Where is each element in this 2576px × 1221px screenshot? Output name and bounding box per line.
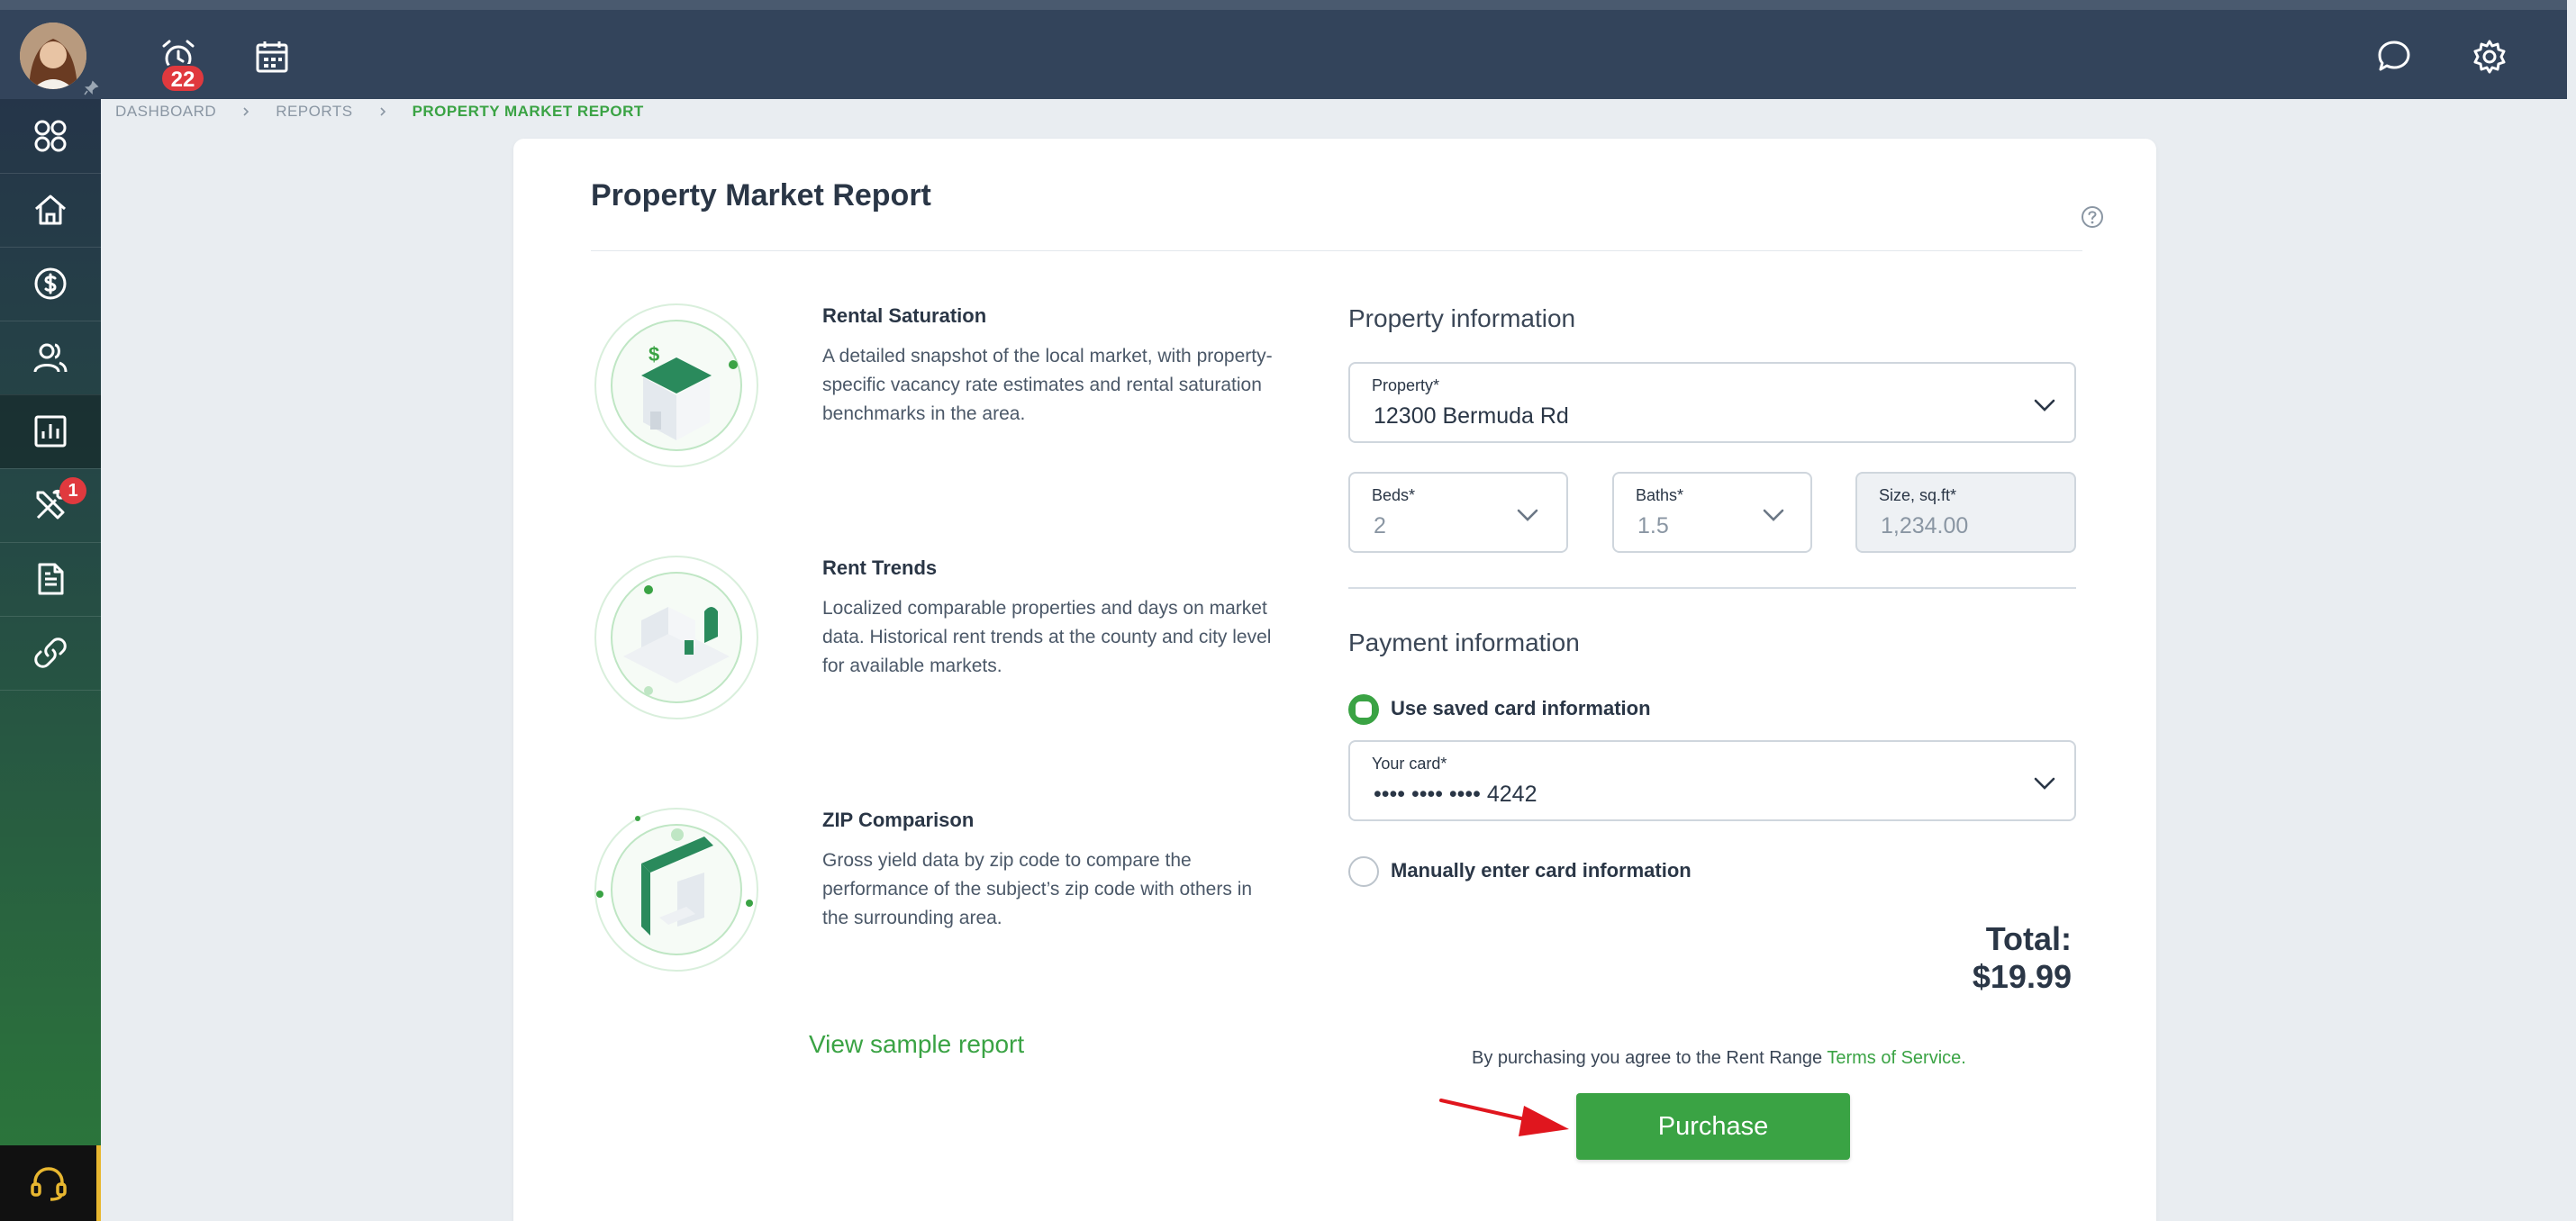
help-icon[interactable] (2081, 205, 2104, 229)
chevron-down-icon (2034, 777, 2055, 790)
breadcrumb: DASHBOARD REPORTS PROPERTY MARKET REPORT (115, 99, 644, 124)
link-icon (34, 638, 67, 668)
purchase-button[interactable]: Purchase (1576, 1093, 1850, 1160)
maintenance-badge: 1 (59, 477, 86, 504)
zip-comparison-illustration (594, 808, 758, 972)
reports-icon (34, 415, 67, 448)
sidebar-item-people[interactable] (0, 321, 101, 394)
beds-select[interactable]: Beds* 2 (1348, 472, 1568, 553)
support-button[interactable] (0, 1145, 101, 1221)
chevron-down-icon (1517, 509, 1538, 521)
manual-card-label[interactable]: Manually enter card information (1391, 859, 1692, 882)
terms-of-service-link[interactable]: Terms of Service. (1827, 1048, 1965, 1068)
rent-trends-illustration (594, 556, 758, 719)
rental-saturation-illustration: $ (594, 303, 758, 467)
chevron-right-icon (379, 107, 385, 116)
users-icon (33, 343, 68, 373)
manual-card-radio[interactable] (1348, 856, 1379, 887)
sidebar-divider (0, 690, 101, 691)
avatar[interactable] (20, 23, 86, 89)
dollar-icon (34, 267, 67, 300)
card-select[interactable]: Your card* •••• •••• •••• 4242 (1348, 740, 2076, 821)
top-bar: 22 (0, 0, 2567, 99)
beds-label: Beds* (1372, 486, 1416, 504)
sidebar-item-finance[interactable] (0, 247, 101, 321)
sidebar-item-maintenance[interactable] (0, 468, 101, 542)
title-divider (591, 250, 2082, 251)
property-value: 12300 Bermuda Rd (1374, 403, 1569, 429)
size-field: Size, sq.ft* 1,234.00 (1855, 472, 2076, 553)
sidebar-item-home[interactable] (0, 173, 101, 247)
chevron-right-icon (243, 107, 249, 116)
card-label: Your card* (1372, 755, 1447, 773)
terms-text: By purchasing you agree to the Rent Rang… (1472, 1048, 1966, 1069)
size-value: 1,234.00 (1881, 513, 1969, 538)
report-card: Property Market Report $ Rental Saturati… (513, 139, 2156, 1221)
property-select[interactable]: Property* 12300 Bermuda Rd (1348, 362, 2076, 443)
chevron-down-icon (1763, 509, 1784, 521)
chevron-down-icon (2034, 399, 2055, 412)
page-title: Property Market Report (591, 178, 931, 213)
section-divider (1348, 587, 2076, 589)
notification-badge: 22 (160, 64, 205, 93)
breadcrumb-current: PROPERTY MARKET REPORT (412, 103, 644, 120)
headset-icon (30, 1167, 67, 1201)
baths-label: Baths* (1636, 486, 1684, 504)
feature-description: Gross yield data by zip code to compare … (822, 850, 1253, 928)
chat-icon[interactable] (2374, 37, 2414, 77)
annotation-arrow-icon (1439, 1099, 1569, 1136)
sidebar-item-apps[interactable] (0, 99, 101, 173)
card-value: •••• •••• •••• 4242 (1374, 782, 1537, 807)
saved-card-label[interactable]: Use saved card information (1391, 697, 1651, 720)
calendar-icon[interactable] (252, 37, 292, 77)
gear-icon[interactable] (2470, 37, 2509, 77)
terms-prefix: By purchasing you agree to the Rent Rang… (1472, 1048, 1823, 1068)
feature-title: Rent Trends (822, 556, 938, 579)
home-icon (35, 194, 66, 225)
breadcrumb-reports[interactable]: REPORTS (276, 103, 352, 121)
view-sample-report-link[interactable]: View sample report (809, 1030, 1024, 1059)
sidebar-item-links[interactable] (0, 616, 101, 690)
property-label: Property* (1372, 376, 1440, 394)
breadcrumb-dashboard[interactable]: DASHBOARD (115, 103, 216, 121)
document-icon (38, 563, 64, 595)
baths-select[interactable]: Baths* 1.5 (1612, 472, 1812, 553)
sidebar-item-reports[interactable] (0, 394, 101, 468)
size-label: Size, sq.ft* (1879, 486, 1957, 504)
svg-text:$: $ (649, 343, 659, 366)
feature-title: Rental Saturation (822, 304, 987, 327)
saved-card-radio[interactable] (1348, 694, 1379, 725)
payment-info-title: Payment information (1348, 629, 1580, 656)
baths-value: 1.5 (1637, 513, 1669, 538)
pin-icon[interactable] (83, 80, 99, 96)
apps-icon (34, 120, 67, 152)
beds-value: 2 (1374, 513, 1386, 538)
feature-description: Localized comparable properties and days… (822, 598, 1272, 676)
feature-description: A detailed snapshot of the local market,… (822, 346, 1273, 424)
order-total: Total: $19.99 (1972, 920, 2072, 995)
feature-title: ZIP Comparison (822, 809, 975, 831)
sidebar-item-documents[interactable] (0, 542, 101, 616)
property-info-title: Property information (1348, 304, 1576, 332)
sidebar (0, 99, 101, 1221)
